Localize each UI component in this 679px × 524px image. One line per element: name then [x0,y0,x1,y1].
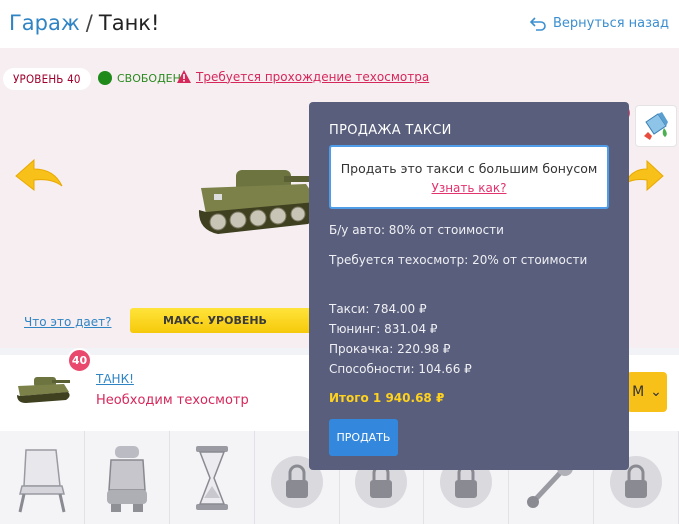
sell-button[interactable]: ПРОДАТЬ [329,419,398,456]
taxi-price: Такси: 784.00 ₽ [329,302,427,316]
car-action-button[interactable]: М ⌄ [627,372,667,412]
inspection-warning[interactable]: Требуется прохождение техосмотра [176,69,429,84]
top-bar: Гараж / Танк! Вернуться назад [0,0,679,48]
bonus-offer-text: Продать это такси с большим бонусом [340,161,598,176]
breadcrumb-garage[interactable]: Гараж [9,11,80,35]
inspection-note: Требуется техосмотр: 20% от стоимости [329,253,588,267]
hourglass-icon [195,445,228,510]
sale-popover: ПРОДАЖА ТАКСИ Продать это такси с больши… [309,102,629,470]
total-price: Итого 1 940.68 ₽ [329,391,445,405]
upgrade-slot[interactable] [85,431,170,524]
tuning-price: Тюнинг: 831.04 ₽ [329,322,438,336]
car-name-link[interactable]: ТАНК! [96,372,134,386]
car-action-button-label: М [632,384,645,400]
max-level-bar: МАКС. УРОВЕНЬ [130,308,320,333]
used-car-note: Б/у авто: 80% от стоимости [329,223,504,237]
status-label: СВОБОДЕН [117,71,181,85]
paint-button[interactable] [635,105,677,147]
car-status: Необходим техосмотр [96,393,249,408]
upgrade-slot[interactable] [170,431,255,524]
status-dot-icon [98,71,112,85]
abilities-price: Способности: 104.66 ₽ [329,362,472,376]
popover-title: ПРОДАЖА ТАКСИ [329,123,452,138]
what-it-gives-link[interactable]: Что это дает? [24,315,112,329]
return-arrow-icon [529,16,546,31]
bonus-learn-how-link[interactable]: Узнать как? [432,181,507,195]
tank-thumbnail-image [17,377,70,403]
tank-car-image [198,170,324,234]
level-pill: УРОВЕНЬ 40 [3,68,91,90]
paint-bucket-icon [644,112,668,140]
warning-triangle-icon [177,70,191,83]
availability-status: СВОБОДЕН [98,71,181,85]
chevron-down-icon: ⌄ [650,384,662,400]
upgrade-price: Прокачка: 220.98 ₽ [329,342,451,356]
chair-icon [18,448,66,512]
breadcrumb-current: Танк! [98,11,160,35]
upgrade-slot[interactable] [0,431,85,524]
back-label: Вернуться назад [552,16,669,31]
bonus-offer-box: Продать это такси с большим бонусом Узна… [329,145,609,209]
next-car-arrow-icon[interactable] [625,156,665,196]
back-button[interactable]: Вернуться назад [529,16,669,31]
previous-car-arrow-icon[interactable] [14,156,64,196]
breadcrumb-separator: / [85,11,93,35]
car-level-badge: 40 [67,348,92,373]
car-seat-icon [106,445,147,512]
inspection-warning-link[interactable]: Требуется прохождение техосмотра [196,70,429,84]
page-title: Гараж / Танк! [9,11,159,35]
